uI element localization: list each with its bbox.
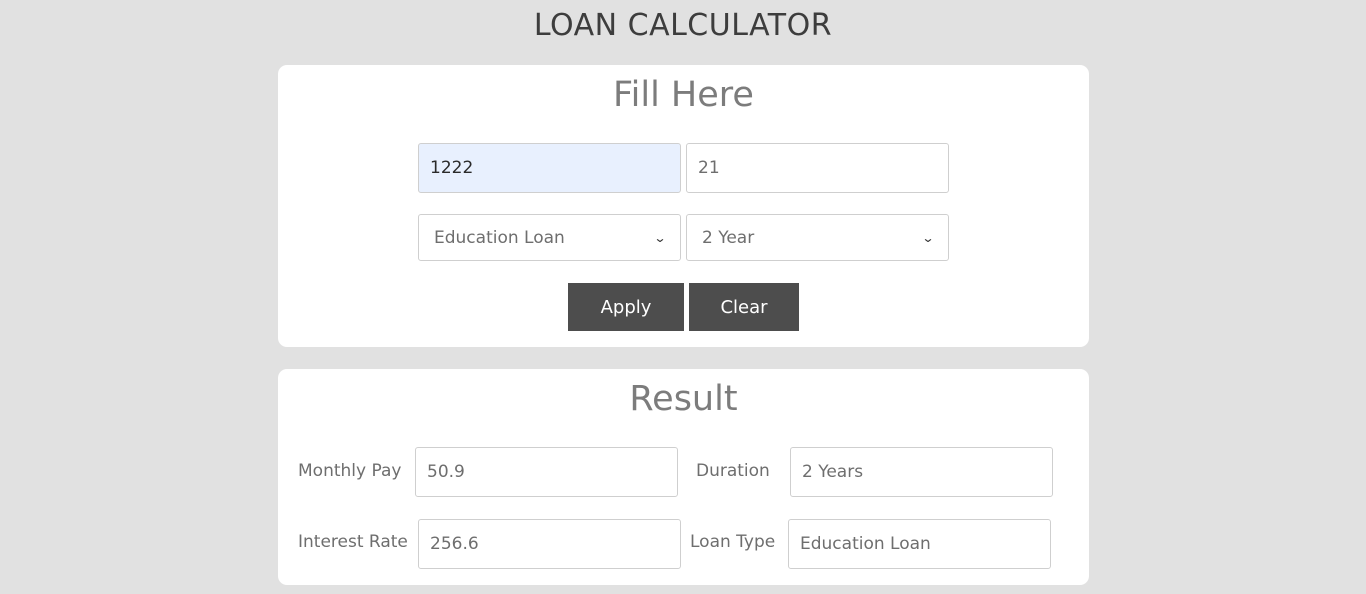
result-card: Result Monthly Pay 50.9 Duration 2 Years… [278,369,1089,585]
interest-rate-input[interactable]: 21 [686,143,949,193]
result-heading: Result [629,379,738,419]
duration-value: 2 Years [802,462,864,482]
chevron-down-icon: ⌄ [653,230,667,245]
duration-label: Duration [696,461,770,481]
apply-button[interactable]: Apply [568,283,684,331]
monthly-pay-field[interactable]: 50.9 [415,447,678,497]
duration-select[interactable]: 2 Year ⌄ [686,214,949,261]
interest-rate-field[interactable]: 256.6 [418,519,681,569]
chevron-down-icon: ⌄ [921,230,935,245]
clear-button[interactable]: Clear [689,283,799,331]
monthly-pay-label: Monthly Pay [298,461,402,481]
loan-type-selected: Education Loan [434,227,565,248]
interest-rate-value: 256.6 [430,534,479,554]
loan-type-field[interactable]: Education Loan [788,519,1051,569]
fill-heading: Fill Here [613,75,754,115]
duration-selected: 2 Year [702,227,755,248]
interest-rate-input-value: 21 [698,158,720,178]
monthly-pay-value: 50.9 [427,462,465,482]
loan-amount-value: 1222 [430,158,474,178]
duration-field[interactable]: 2 Years [790,447,1053,497]
interest-rate-label: Interest Rate [298,532,408,552]
loan-amount-input[interactable]: 1222 [418,143,681,193]
page-title: LOAN CALCULATOR [533,8,833,43]
loan-type-select[interactable]: Education Loan ⌄ [418,214,681,261]
loan-type-label: Loan Type [690,532,776,552]
fill-card: Fill Here 1222 21 Education Loan ⌄ 2 Yea… [278,65,1089,347]
loan-type-value: Education Loan [800,534,931,554]
